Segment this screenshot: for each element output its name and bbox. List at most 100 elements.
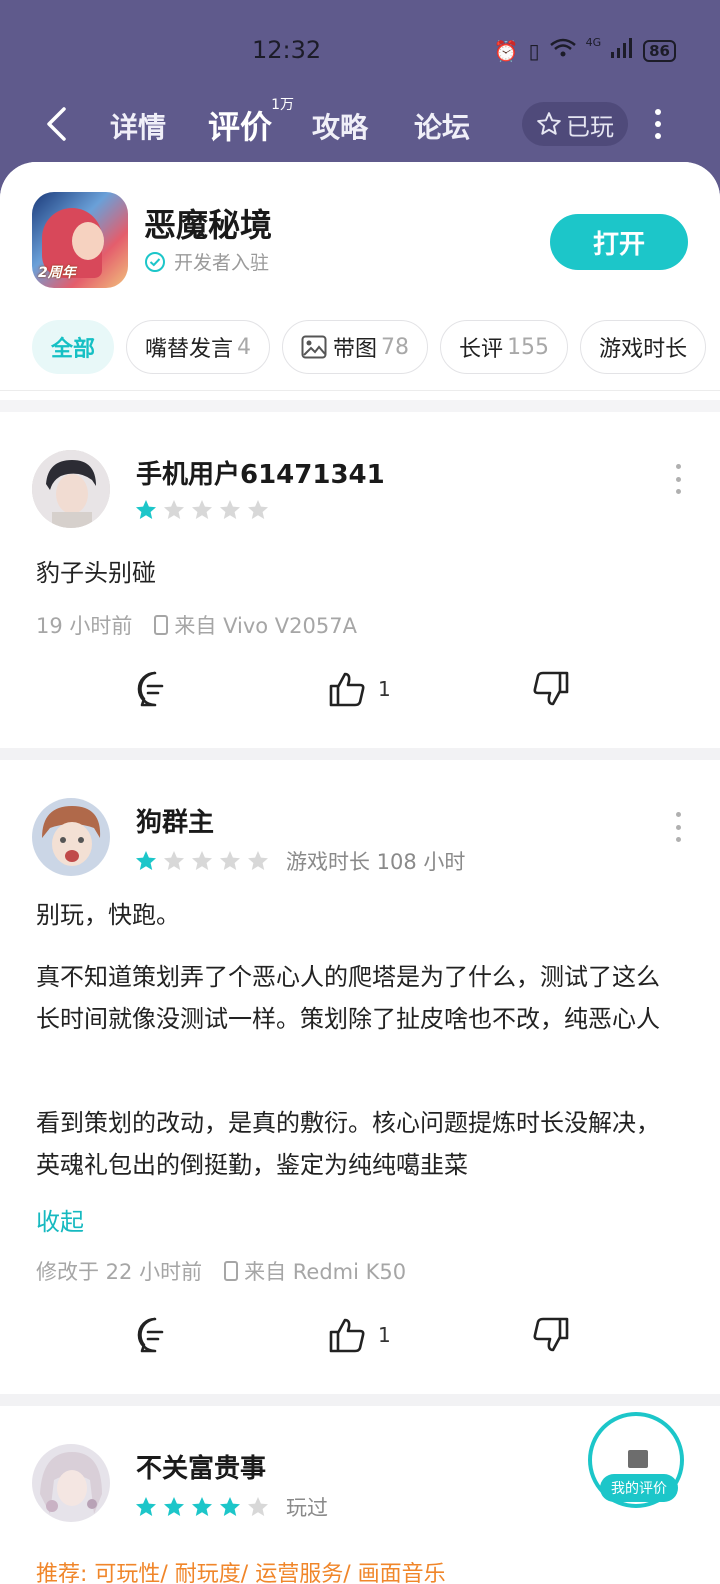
tab-details[interactable]: 详情 [110, 106, 166, 146]
signal-icon [611, 38, 633, 63]
filter-quotes[interactable]: 嘴替发言 4 [126, 320, 271, 374]
tab-guides[interactable]: 攻略 [312, 106, 368, 146]
thumbs-up-icon [329, 1318, 365, 1353]
like-count: 1 [378, 677, 391, 701]
app-header: 2周年 恶魔秘境 开发者入驻 打开 全部 嘴替发言 4 带图 78 长评 155 [0, 162, 720, 400]
review-more-button[interactable] [672, 812, 684, 842]
review-more-button[interactable] [672, 464, 684, 494]
star-outline-icon [537, 112, 561, 135]
tab-reviews-label: 评价 [208, 108, 273, 146]
my-review-button[interactable]: 我的评价 [588, 1412, 684, 1508]
review-text: 别玩，快跑。 [36, 901, 180, 929]
battery-icon: 86 [643, 39, 676, 62]
thumbs-down-icon [533, 1317, 569, 1352]
rating-stars: 玩过 [134, 1492, 328, 1522]
avatar[interactable] [32, 1444, 110, 1522]
star-empty-icon [192, 500, 212, 519]
play-time: 游戏时长 108 小时 [286, 850, 466, 874]
top-nav: 详情 评价 1万 攻略 论坛 已玩 [0, 92, 720, 156]
review-text: 看到策划的改动，是真的敷衍。核心问题提炼时长没解决，英魂礼包出的倒挺勤，鉴定为纯… [36, 1109, 660, 1179]
played-label: 已玩 [566, 112, 614, 141]
star-filled-icon [136, 500, 156, 519]
star-empty-icon [248, 851, 268, 870]
phone-icon [154, 615, 169, 635]
more-options-button[interactable] [646, 104, 670, 144]
review-time: 修改于 22 小时前 [36, 1260, 203, 1284]
avatar[interactable] [32, 450, 110, 528]
review-meta: 19 小时前 来自 Vivo V2057A [36, 610, 357, 640]
filter-label: 嘴替发言 [145, 337, 234, 362]
comment-icon [137, 671, 164, 707]
filter-count: 4 [237, 334, 252, 360]
filter-label: 带图 [333, 337, 378, 362]
star-empty-icon [248, 500, 268, 519]
rating-stars [134, 498, 270, 522]
filter-all[interactable]: 全部 [32, 320, 115, 374]
divider [0, 390, 720, 391]
review-device: 来自 Redmi K50 [244, 1260, 407, 1284]
star-filled-icon [220, 1497, 240, 1516]
review-text: 豹子头别碰 [36, 559, 156, 587]
star-filled-icon [136, 1497, 156, 1516]
thumbs-up-icon [329, 672, 365, 707]
app-icon-label: 2周年 [38, 265, 76, 281]
comment-button[interactable] [136, 670, 174, 708]
status-time: 12:32 [252, 36, 322, 64]
app-icon[interactable]: 2周年 [32, 192, 128, 288]
alarm-icon: ⏰ [493, 38, 519, 63]
username[interactable]: 不关富贵事 [136, 1448, 266, 1485]
dislike-button[interactable] [532, 1316, 570, 1354]
star-filled-icon [164, 1497, 184, 1516]
review-actions: 1 [0, 670, 720, 730]
dislike-button[interactable] [532, 670, 570, 708]
avatar[interactable] [32, 798, 110, 876]
verified-text: 开发者入驻 [174, 252, 270, 274]
review-device: 来自 Vivo V2057A [174, 614, 357, 638]
star-empty-icon [192, 851, 212, 870]
app-name: 恶魔秘境 [144, 206, 273, 244]
review-actions: 1 [0, 1316, 720, 1376]
star-filled-icon [136, 851, 156, 870]
username[interactable]: 狗群主 [136, 802, 214, 839]
comment-icon [137, 1317, 164, 1353]
like-button[interactable]: 1 [328, 670, 391, 708]
collapse-link[interactable]: 收起 [36, 1202, 84, 1237]
filter-play-time[interactable]: 游戏时长 [580, 320, 707, 374]
play-time: 玩过 [286, 1496, 328, 1520]
tab-reviews[interactable]: 评价 1万 [208, 97, 294, 148]
section-gap [0, 1394, 720, 1406]
filter-long-reviews[interactable]: 长评 155 [440, 320, 569, 374]
star-empty-icon [164, 851, 184, 870]
like-button[interactable]: 1 [328, 1316, 391, 1354]
tab-forum[interactable]: 论坛 [414, 106, 470, 146]
open-button[interactable]: 打开 [550, 214, 688, 270]
played-button[interactable]: 已玩 [522, 102, 628, 146]
vibrate-icon: ▯ [528, 38, 540, 63]
review-card: 狗群主 游戏时长 108 小时 别玩，快跑。 真不知道策划弄了个恶心人的爬塔是为… [0, 760, 720, 1394]
section-gap [0, 748, 720, 760]
image-thumbnail-icon [628, 1450, 648, 1468]
wifi-icon [549, 38, 576, 63]
review-count-badge: 1万 [271, 97, 295, 113]
review-meta: 修改于 22 小时前 来自 Redmi K50 [36, 1256, 406, 1286]
review-card: 手机用户61471341 豹子头别碰 19 小时前 来自 Vivo V2057A… [0, 412, 720, 748]
comment-button[interactable] [136, 1316, 174, 1354]
recommend-tags: 推荐: 可玩性/ 耐玩度/ 运营服务/ 画面音乐 [36, 1562, 446, 1584]
status-icons: ⏰ ▯ 4G 86 [493, 36, 676, 63]
review-text: 真不知道策划弄了个恶心人的爬塔是为了什么，测试了这么长时间就像没测试一样。策划除… [36, 963, 660, 1033]
username[interactable]: 手机用户61471341 [136, 454, 385, 491]
star-empty-icon [164, 500, 184, 519]
filter-label: 游戏时长 [599, 337, 688, 362]
filter-chips: 全部 嘴替发言 4 带图 78 长评 155 游戏时长 [32, 320, 707, 374]
phone-icon [224, 1261, 239, 1281]
filter-label: 长评 [459, 337, 504, 362]
back-button[interactable] [36, 102, 76, 146]
thumbs-down-icon [533, 671, 569, 706]
network-label: 4G [585, 36, 602, 49]
filter-count: 78 [381, 334, 410, 360]
star-empty-icon [220, 851, 240, 870]
review-time: 19 小时前 [36, 614, 133, 638]
image-icon [301, 335, 327, 359]
filter-label: 全部 [51, 337, 96, 362]
filter-with-images[interactable]: 带图 78 [282, 320, 429, 374]
